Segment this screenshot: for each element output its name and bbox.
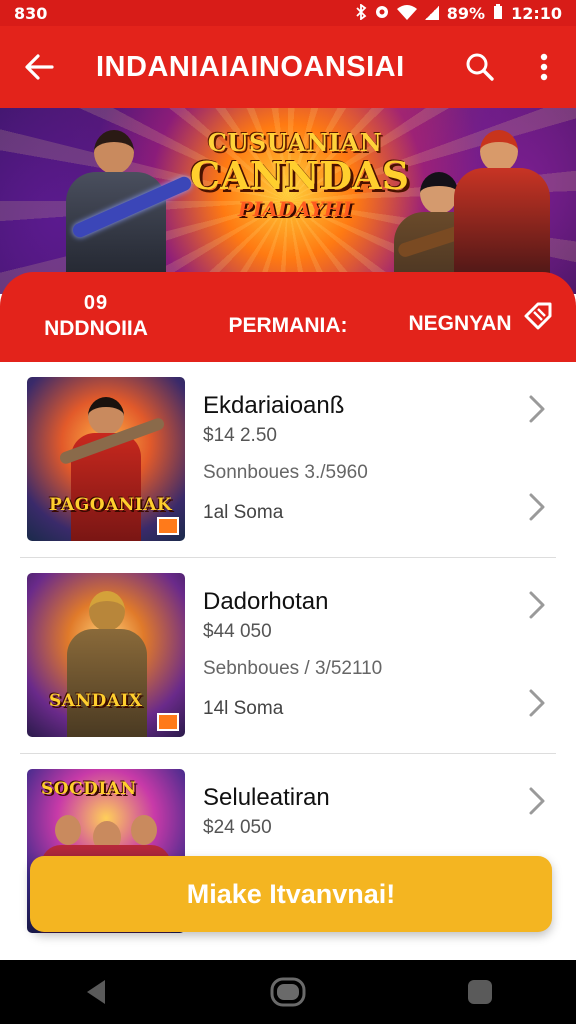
bluetooth-icon <box>355 2 367 23</box>
tab-label: NDDNOIIA <box>44 317 148 340</box>
home-pill-icon <box>270 977 306 1007</box>
list-item[interactable]: PAGOANIAK Ekdariaioanß $14 2.50 Sonnboue… <box>20 362 556 558</box>
chevron-right-icon[interactable] <box>526 686 548 720</box>
cta-button[interactable]: Miake Itvanvnai! <box>30 856 552 932</box>
list-item[interactable]: SANDAIX Dadorhotan $44 050 Sebnboues / 3… <box>20 558 556 754</box>
hero-banner[interactable]: CUSUANIAN CANNDAS PIADAYHI <box>0 108 576 294</box>
thumbnail-title: SANDAIX <box>49 691 143 711</box>
status-bar: 830 89% 12:10 <box>0 0 576 26</box>
thumbnail-title: SOCDIAN <box>41 779 137 799</box>
thumbnail-character <box>71 397 141 541</box>
app-bar: INDANIAIAINOANSIAI <box>0 26 576 108</box>
item-price: $14 2.50 <box>203 425 277 446</box>
item-extra: 14l Soma <box>203 698 284 719</box>
category-tabs: 09 NDDNOIIA PERMANIA: NEGNYAN <box>0 272 576 362</box>
more-vertical-icon <box>540 53 548 81</box>
item-title: Dadorhotan <box>203 588 329 615</box>
item-price: $44 050 <box>203 621 272 642</box>
system-nav-bar <box>0 960 576 1024</box>
tab-negnyan[interactable]: NEGNYAN <box>384 272 576 362</box>
tag-icon <box>524 302 552 330</box>
item-subtitle: Sebnboues / 3/52110 <box>203 658 383 679</box>
search-icon <box>466 53 494 81</box>
square-recents-icon <box>468 980 492 1004</box>
battery-icon <box>493 3 503 23</box>
item-thumbnail: PAGOANIAK <box>27 377 185 541</box>
triangle-back-icon <box>87 980 105 1004</box>
hero-character-right-back <box>450 122 560 294</box>
thumbnail-badge <box>157 713 179 731</box>
hero-character-left <box>56 122 194 294</box>
tab-permania[interactable]: PERMANIA: <box>192 272 384 362</box>
chevron-right-icon[interactable] <box>526 392 548 426</box>
status-left-text: 830 <box>14 3 48 23</box>
nav-home-button[interactable] <box>248 960 328 1024</box>
tab-label: PERMANIA: <box>228 314 348 337</box>
search-button[interactable] <box>448 26 512 108</box>
item-thumbnail: SANDAIX <box>27 573 185 737</box>
tab-badge-icon: 09 <box>83 292 109 314</box>
chevron-right-icon[interactable] <box>526 588 548 622</box>
item-extra: 1al Soma <box>203 502 284 523</box>
signal-icon <box>424 6 439 20</box>
thumbnail-title: PAGOANIAK <box>49 495 173 515</box>
item-title: Ekdariaioanß <box>203 392 345 419</box>
tab-label: NEGNYAN <box>408 312 512 335</box>
status-icons: 89% 12:10 <box>355 2 562 23</box>
hero-title-group: CUSUANIAN CANNDAS PIADAYHI <box>190 128 410 221</box>
battery-text: 89% <box>446 3 486 23</box>
tab-nddnoiia[interactable]: 09 NDDNOIIA <box>0 272 192 362</box>
item-title: Seluleatiran <box>203 784 330 811</box>
chevron-right-icon[interactable] <box>526 784 548 818</box>
thumbnail-character <box>67 591 147 737</box>
item-subtitle: Sonnboues 3./5960 <box>203 462 368 483</box>
status-time: 12:10 <box>511 3 562 23</box>
alarm-icon <box>375 4 389 23</box>
more-options-button[interactable] <box>512 26 576 108</box>
item-price: $24 050 <box>203 817 272 838</box>
nav-back-button[interactable] <box>56 960 136 1024</box>
hero-title-line-3: PIADAYHI <box>237 197 353 221</box>
wifi-icon <box>396 4 417 23</box>
page-title: INDANIAIAINOANSIAI <box>96 50 405 83</box>
arrow-left-icon <box>25 54 54 80</box>
app-screen: 830 89% 12:10 INDANIAIAINOANSIAI CUSUANI… <box>0 0 576 1024</box>
hero-title-line-2: CANNDAS <box>190 153 410 198</box>
back-button[interactable] <box>0 26 78 108</box>
thumbnail-badge <box>157 517 179 535</box>
nav-recents-button[interactable] <box>440 960 520 1024</box>
chevron-right-icon[interactable] <box>526 490 548 524</box>
